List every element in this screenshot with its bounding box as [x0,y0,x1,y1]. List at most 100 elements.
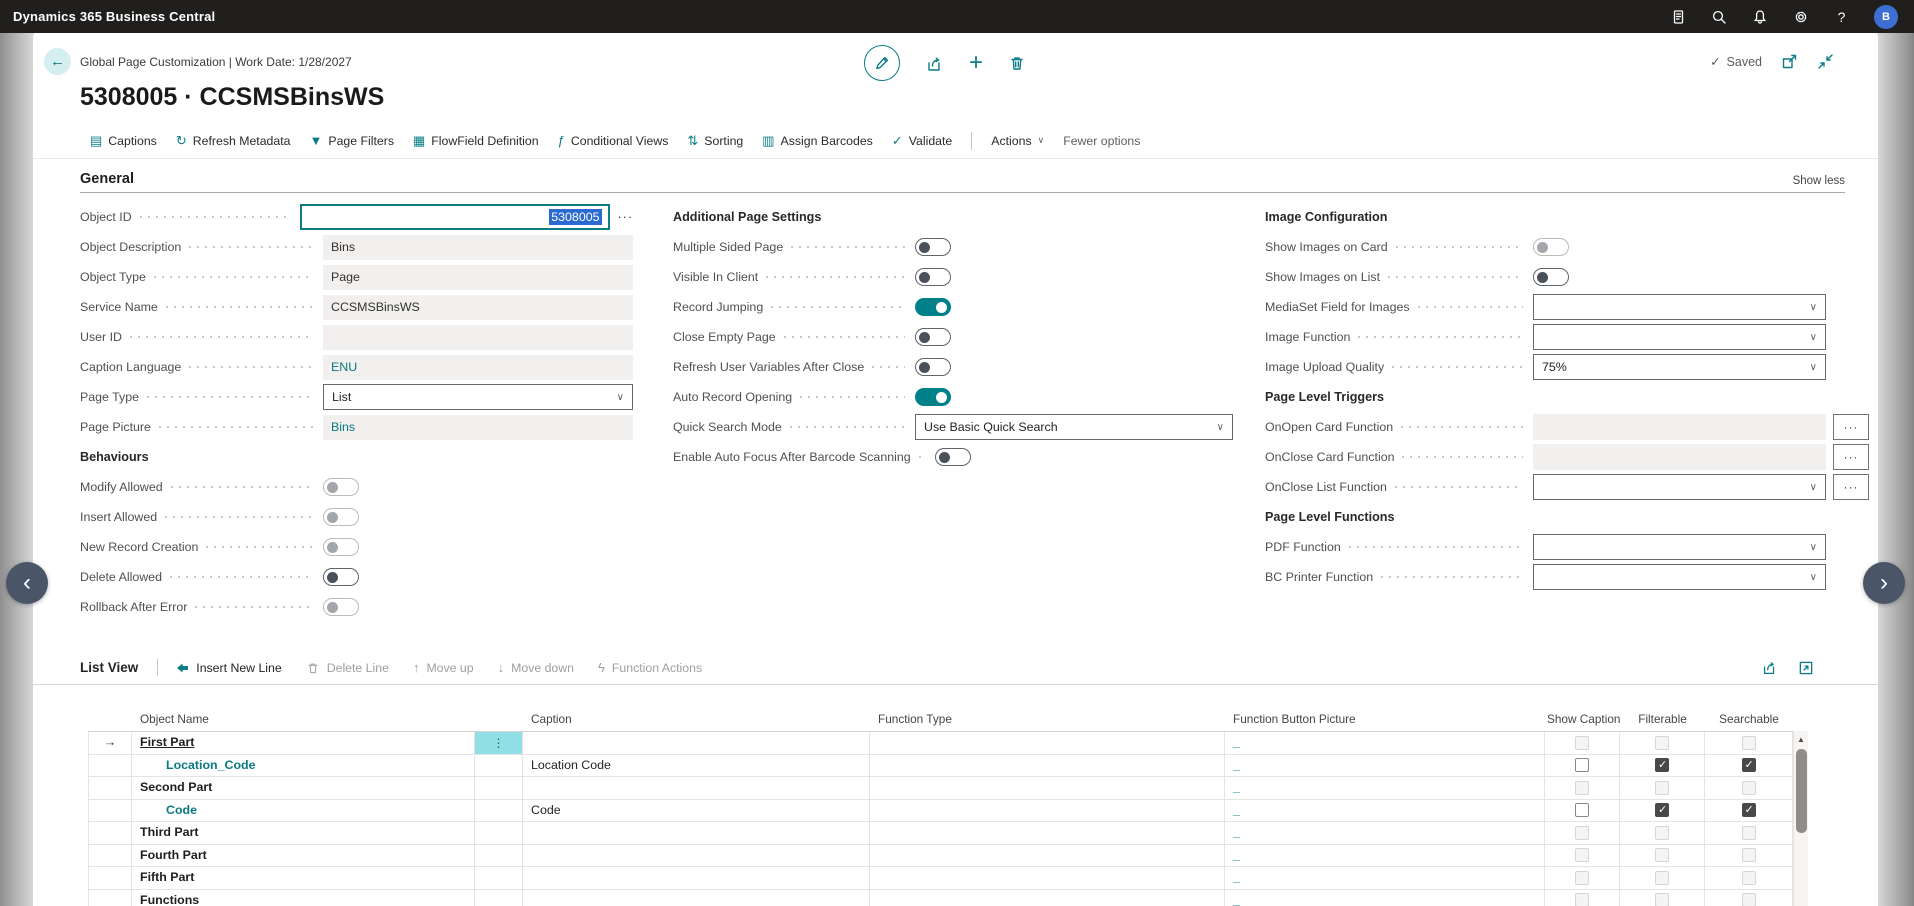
function-type-cell[interactable] [870,732,1225,755]
assign-barcodes-button[interactable]: ▥Assign Barcodes [762,134,873,148]
show-less-button[interactable]: Show less [1793,175,1845,192]
show-caption-checkbox[interactable] [1575,758,1589,772]
searchable-checkbox[interactable] [1742,803,1756,817]
table-row[interactable]: Third Part _ [88,822,1793,845]
picture-link[interactable]: _ [1233,758,1240,772]
visible-in-client-toggle[interactable] [915,268,951,286]
next-record-button[interactable]: › [1863,562,1905,604]
flowfield-definition-button[interactable]: ▦FlowField Definition [413,134,539,148]
function-button-picture-cell[interactable]: _ [1225,732,1545,755]
filterable-checkbox[interactable] [1655,758,1669,772]
function-button-picture-cell[interactable]: _ [1225,755,1545,778]
scrollbar-up-arrow-icon[interactable]: ▲ [1794,731,1808,744]
column-header-caption[interactable]: Caption [523,708,870,731]
function-button-picture-cell[interactable]: _ [1225,890,1545,906]
auto-record-opening-toggle[interactable] [915,388,951,406]
function-button-picture-cell[interactable]: _ [1225,845,1545,868]
breadcrumb[interactable]: Global Page Customization | Work Date: 1… [80,55,352,69]
picture-link[interactable]: _ [1233,735,1240,749]
row-menu-cell[interactable] [475,867,523,890]
page-picture-field[interactable]: Bins [323,415,633,440]
caption-cell[interactable] [523,867,870,890]
table-row[interactable]: Fourth Part _ [88,845,1793,868]
scrollbar-thumb[interactable] [1796,749,1807,833]
object-name-cell[interactable]: Location_Code [132,755,475,778]
refresh-metadata-button[interactable]: ↻Refresh Metadata [176,134,291,148]
caption-cell[interactable] [523,890,870,906]
caption-cell[interactable]: Code [523,800,870,823]
multiple-sided-page-toggle[interactable] [915,238,951,256]
user-avatar[interactable]: B [1874,5,1898,29]
collapse-icon[interactable] [1817,53,1834,70]
object-name-cell[interactable]: Fourth Part [132,845,475,868]
caption-cell[interactable]: Location Code [523,755,870,778]
show-caption-checkbox[interactable] [1575,803,1589,817]
function-type-cell[interactable] [870,755,1225,778]
picture-link[interactable]: _ [1233,848,1240,862]
column-header-function-button-picture[interactable]: Function Button Picture [1225,708,1545,731]
validate-button[interactable]: ✓Validate [892,134,952,148]
page-right-scroll-area[interactable] [1877,33,1914,906]
caption-cell[interactable] [523,732,870,755]
column-header-filterable[interactable]: Filterable [1620,708,1705,731]
searchable-checkbox[interactable] [1742,758,1756,772]
fewer-options-button[interactable]: Fewer options [1063,134,1140,148]
kebab-menu-icon[interactable]: ⋮ [475,732,522,755]
function-type-cell[interactable] [870,777,1225,800]
mediaset-field-dropdown[interactable]: ∨ [1533,294,1826,320]
close-empty-page-toggle[interactable] [915,328,951,346]
function-type-cell[interactable] [870,867,1225,890]
filterable-checkbox[interactable] [1655,803,1669,817]
actions-menu-button[interactable]: Actions∨ [991,134,1044,148]
back-button[interactable]: ← [44,48,71,75]
column-header-show-caption[interactable]: Show Caption [1545,708,1620,731]
page-type-dropdown[interactable]: List∨ [323,384,633,410]
share-icon[interactable] [1761,659,1778,676]
object-name-cell[interactable]: First Part [132,732,475,755]
onclose-card-assist-button[interactable]: ··· [1833,444,1869,470]
row-menu-cell[interactable] [475,800,523,823]
pdf-function-dropdown[interactable]: ∨ [1533,534,1826,560]
row-menu-cell[interactable]: ⋮ [475,732,523,755]
row-menu-cell[interactable] [475,845,523,868]
picture-link[interactable]: _ [1233,893,1240,906]
previous-record-button[interactable]: ‹ [6,562,48,604]
table-row[interactable]: Fifth Part _ [88,867,1793,890]
object-name-cell[interactable]: Third Part [132,822,475,845]
delete-allowed-toggle[interactable] [323,568,359,586]
caption-language-field[interactable]: ENU [323,355,633,380]
function-button-picture-cell[interactable]: _ [1225,800,1545,823]
captions-button[interactable]: ▤Captions [90,134,157,148]
table-row[interactable]: Functions _ [88,890,1793,906]
function-type-cell[interactable] [870,890,1225,906]
row-menu-cell[interactable] [475,755,523,778]
bc-printer-function-dropdown[interactable]: ∨ [1533,564,1826,590]
row-menu-cell[interactable] [475,777,523,800]
page-filters-button[interactable]: ▼Page Filters [310,134,395,148]
mobile-report-icon[interactable] [1669,8,1686,25]
conditional-views-button[interactable]: ƒConditional Views [558,134,669,148]
object-name-cell[interactable]: Fifth Part [132,867,475,890]
object-name-cell[interactable]: Functions [132,890,475,906]
caption-cell[interactable] [523,822,870,845]
quick-search-mode-dropdown[interactable]: Use Basic Quick Search∨ [915,414,1233,440]
onclose-list-assist-button[interactable]: ··· [1833,474,1869,500]
table-scrollbar[interactable]: ▲ [1793,731,1808,906]
refresh-user-variables-toggle[interactable] [915,358,951,376]
notifications-bell-icon[interactable] [1751,8,1768,25]
table-row[interactable]: → First Part ⋮ _ [88,732,1793,755]
search-icon[interactable] [1710,8,1727,25]
show-images-on-list-toggle[interactable] [1533,268,1569,286]
insert-new-line-button[interactable]: Insert New Line [175,661,281,675]
auto-focus-barcode-toggle[interactable] [935,448,971,466]
sorting-button[interactable]: ⇅Sorting [687,134,743,148]
delete-button[interactable] [1008,54,1026,72]
table-row[interactable]: Code Code _ [88,800,1793,823]
image-upload-quality-dropdown[interactable]: 75%∨ [1533,354,1826,380]
settings-gear-icon[interactable] [1792,8,1809,25]
function-button-picture-cell[interactable]: _ [1225,777,1545,800]
picture-link[interactable]: _ [1233,780,1240,794]
function-type-cell[interactable] [870,822,1225,845]
record-jumping-toggle[interactable] [915,298,951,316]
function-button-picture-cell[interactable]: _ [1225,822,1545,845]
